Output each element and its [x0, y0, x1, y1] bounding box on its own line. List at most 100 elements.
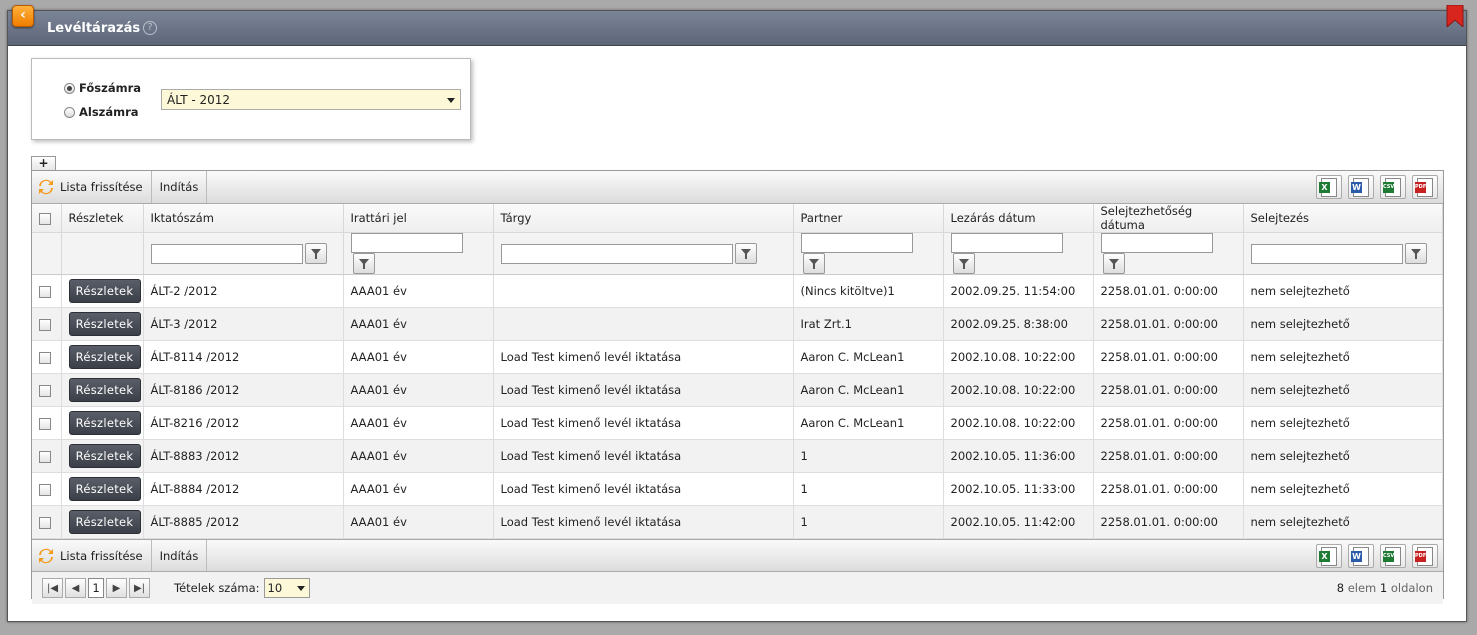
filter-input-selejtezes[interactable]: [1250, 243, 1403, 264]
refresh-icon: [39, 548, 53, 563]
row-checkbox[interactable]: [39, 384, 51, 397]
pager: |◀ ◀ 1 ▶ ▶| Tételek száma: 10 8 elem 1 o…: [32, 572, 1443, 604]
cell-partner: 1: [793, 472, 944, 506]
next-page-button[interactable]: ▶: [106, 578, 127, 598]
cell-partner: 1: [793, 505, 944, 539]
filter-input-targy[interactable]: [500, 243, 733, 264]
cell-irattari_jel: AAA01 év: [343, 373, 494, 407]
refresh-list-button-bottom[interactable]: Lista frissítése: [32, 540, 152, 571]
pdf-export-button[interactable]: PDF: [1412, 175, 1438, 199]
row-select-cell: [32, 307, 62, 341]
filter-panel: Főszámra Alszámra ÁLT - 2012: [31, 58, 471, 140]
select-all-checkbox[interactable]: [39, 212, 51, 225]
excel-export-button[interactable]: X: [1316, 175, 1342, 199]
cell-targy: Load Test kimenő levél iktatása: [493, 373, 794, 407]
radio-sub-number[interactable]: Alszámra: [64, 105, 139, 119]
table-row[interactable]: Részletek ÁLT-3 /2012 AAA01 év Irat Zrt.1 20…: [32, 307, 1443, 341]
table-row[interactable]: Részletek ÁLT-8885 /2012 AAA01 év Load Test…: [32, 505, 1443, 539]
cell-selejtezhetoseg: 2258.01.01. 0:00:00: [1093, 439, 1244, 473]
page-number-input[interactable]: 1: [88, 578, 104, 598]
refresh-list-button[interactable]: Lista frissítése: [32, 171, 152, 203]
details-button[interactable]: Részletek: [68, 312, 141, 336]
csv-export-button[interactable]: CSV: [1380, 544, 1406, 568]
last-page-button[interactable]: ▶|: [129, 578, 150, 598]
radio-button[interactable]: [64, 106, 75, 118]
cell-iktatoszam: ÁLT-8883 /2012: [143, 439, 344, 473]
page-size-select[interactable]: 10: [263, 578, 310, 598]
bookmark-icon[interactable]: [1446, 5, 1464, 27]
refresh-label: Lista frissítése: [60, 548, 143, 563]
details-button[interactable]: Részletek: [68, 411, 141, 435]
elem-label: elem: [1347, 581, 1377, 595]
table-row[interactable]: Részletek ÁLT-8114 /2012 AAA01 év Load Test…: [32, 340, 1443, 374]
filter-icon[interactable]: [734, 243, 757, 264]
col-header-lezaras[interactable]: Lezárás dátum: [943, 204, 1094, 233]
filter-input-partner[interactable]: [800, 233, 913, 253]
page-count: 1: [1379, 581, 1388, 595]
word-export-button[interactable]: W: [1348, 544, 1374, 568]
details-button[interactable]: Részletek: [68, 477, 141, 501]
cell-targy: Load Test kimenő levél iktatása: [493, 472, 794, 506]
details-cell: Részletek: [61, 439, 144, 473]
radio-button-selected[interactable]: [64, 82, 75, 94]
col-header-targy[interactable]: Tárgy: [493, 204, 794, 233]
export-tag: PDF: [1415, 550, 1426, 562]
col-header-selejtezhetoseg[interactable]: Selejtezhetőség dátuma: [1093, 204, 1244, 233]
row-checkbox[interactable]: [39, 351, 51, 364]
filter-input-irattari-jel[interactable]: [350, 233, 463, 253]
help-icon[interactable]: ?: [143, 21, 157, 35]
col-header-partner[interactable]: Partner: [793, 204, 944, 233]
col-header-details[interactable]: Részletek: [61, 204, 144, 233]
row-checkbox[interactable]: [39, 516, 51, 529]
filter-input-selejtezhetoseg[interactable]: [1100, 233, 1213, 253]
row-checkbox[interactable]: [39, 318, 51, 331]
registry-select[interactable]: ÁLT - 2012: [161, 89, 461, 110]
row-checkbox[interactable]: [39, 450, 51, 463]
filter-icon[interactable]: [352, 253, 375, 274]
archive-grid: Lista frissítése Indítás X W CSV PDF Részle…: [31, 170, 1444, 604]
row-checkbox[interactable]: [39, 285, 51, 298]
col-header-selejtezes[interactable]: Selejtezés: [1243, 204, 1443, 233]
row-checkbox[interactable]: [39, 417, 51, 430]
radio-main-number[interactable]: Főszámra: [64, 81, 141, 95]
details-button[interactable]: Részletek: [68, 378, 141, 402]
filter-icon[interactable]: [304, 243, 327, 264]
table-row[interactable]: Részletek ÁLT-8216 /2012 AAA01 év Load Test…: [32, 406, 1443, 440]
filter-icon[interactable]: [802, 253, 825, 274]
details-cell: Részletek: [61, 307, 144, 341]
filter-icon[interactable]: [1404, 243, 1427, 264]
table-row[interactable]: Részletek ÁLT-8884 /2012 AAA01 év Load Test…: [32, 472, 1443, 506]
start-button-bottom[interactable]: Indítás: [152, 540, 208, 571]
cell-targy: Load Test kimenő levél iktatása: [493, 340, 794, 374]
cell-iktatoszam: ÁLT-8216 /2012: [143, 406, 344, 440]
archiving-window: ‹ Levéltárazás ? Főszámra Alszámra ÁLT -…: [7, 5, 1467, 622]
filter-icon[interactable]: [1102, 253, 1125, 274]
cell-iktatoszam: ÁLT-8114 /2012: [143, 340, 344, 374]
prev-page-button[interactable]: ◀: [65, 578, 86, 598]
details-button[interactable]: Részletek: [68, 279, 141, 303]
table-row[interactable]: Részletek ÁLT-8883 /2012 AAA01 év Load Test…: [32, 439, 1443, 473]
row-select-cell: [32, 406, 62, 440]
start-button[interactable]: Indítás: [152, 171, 208, 203]
csv-export-button[interactable]: CSV: [1380, 175, 1406, 199]
back-button[interactable]: ‹: [12, 5, 34, 27]
col-header-iktatoszam[interactable]: Iktatószám: [143, 204, 344, 233]
details-button[interactable]: Részletek: [68, 444, 141, 468]
expand-button[interactable]: +: [31, 156, 56, 170]
table-row[interactable]: Részletek ÁLT-8186 /2012 AAA01 év Load Test…: [32, 373, 1443, 407]
word-export-button[interactable]: W: [1348, 175, 1374, 199]
first-page-button[interactable]: |◀: [42, 578, 63, 598]
details-button[interactable]: Részletek: [68, 510, 141, 534]
header-row: Részletek Iktatószám Irattári jel Tárgy …: [32, 204, 1443, 233]
details-button[interactable]: Részletek: [68, 345, 141, 369]
filter-input-iktatoszam[interactable]: [150, 243, 303, 264]
pdf-export-button[interactable]: PDF: [1412, 544, 1438, 568]
filter-icon[interactable]: [952, 253, 975, 274]
filter-input-lezaras[interactable]: [950, 233, 1063, 253]
row-checkbox[interactable]: [39, 483, 51, 496]
excel-export-button[interactable]: X: [1316, 544, 1342, 568]
page-size-value: 10: [267, 581, 283, 595]
col-header-irattari-jel[interactable]: Irattári jel: [343, 204, 494, 233]
cell-partner: Aaron C. McLean1: [793, 340, 944, 374]
table-row[interactable]: Részletek ÁLT-2 /2012 AAA01 év (Nincs kitöl…: [32, 274, 1443, 308]
